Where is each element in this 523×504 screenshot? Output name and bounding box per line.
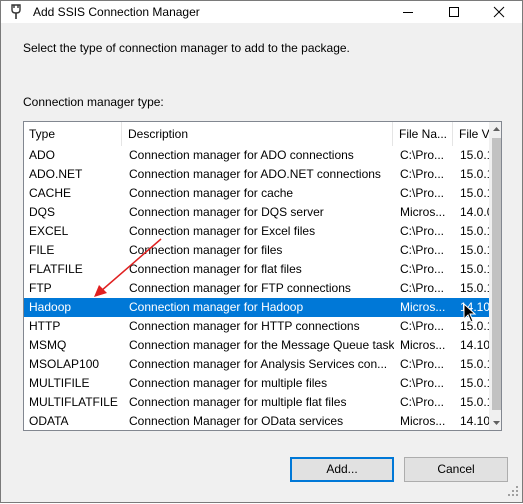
chevron-down-icon (493, 421, 500, 425)
cell-file-name: C:\Pro... (400, 148, 445, 162)
cell-description: Connection manager for ADO connections (129, 148, 354, 162)
cell-file-name: C:\Pro... (400, 224, 445, 238)
cell-type: FTP (29, 281, 52, 295)
cell-type: DQS (29, 205, 56, 219)
cell-type: Hadoop (29, 300, 72, 314)
cell-type: ADO.NET (29, 167, 83, 181)
cell-description: Connection manager for multiple files (129, 376, 328, 390)
cell-description: Connection manager for flat files (129, 262, 302, 276)
minimize-icon (403, 12, 413, 13)
cell-type: ADO (29, 148, 56, 162)
cell-type: HTTP (29, 319, 61, 333)
cell-file-name: C:\Pro... (400, 357, 445, 371)
header-type[interactable]: Type (24, 122, 122, 146)
cell-type: MULTIFILE (29, 376, 90, 390)
cell-file-name: C:\Pro... (400, 262, 445, 276)
scroll-thumb[interactable] (492, 138, 501, 410)
vertical-scrollbar[interactable] (489, 122, 501, 430)
table-row[interactable]: FILE Connection manager for files C:\Pro..… (24, 241, 493, 260)
cell-description: Connection manager for FTP connections (129, 281, 351, 295)
table-row[interactable]: FTP Connection manager for FTP connection… (24, 279, 493, 298)
instruction-text: Select the type of connection manager to… (23, 41, 350, 55)
cell-type: CACHE (29, 186, 72, 200)
resize-grip-icon[interactable] (507, 485, 519, 497)
cell-description: Connection manager for Analysis Services… (129, 357, 388, 371)
cell-file-name: Micros... (400, 338, 446, 352)
scroll-up-button[interactable] (490, 122, 501, 136)
table-row[interactable]: FLATFILE Connection manager for flat file… (24, 260, 493, 279)
connection-type-label: Connection manager type: (23, 95, 164, 109)
close-icon (493, 6, 505, 18)
table-row[interactable]: HTTP Connection manager for HTTP connecti… (24, 317, 493, 336)
cell-description: Connection manager for multiple flat fil… (129, 395, 347, 409)
cell-type: FLATFILE (29, 262, 83, 276)
cell-description: Connection manager for cache (129, 186, 294, 200)
table-row[interactable]: MSMQ Connection manager for the Message Q… (24, 336, 490, 355)
cell-type: ODATA (29, 414, 69, 428)
cell-description: Connection Manager for OData services (129, 414, 344, 428)
cell-description: Connection manager for DQS server (129, 205, 324, 219)
table-row[interactable]: MULTIFILE Connection manager for multiple… (24, 374, 493, 393)
cell-file-name: C:\Pro... (400, 167, 445, 181)
chevron-up-icon (493, 127, 500, 131)
cell-description: Connection manager for Hadoop (129, 300, 304, 314)
cell-file-name: C:\Pro... (400, 319, 445, 333)
table-row[interactable]: MULTIFLATFILE Connection manager for mult… (24, 393, 493, 412)
list-rows: ADO Connection manager for ADO connection… (24, 146, 493, 430)
window-title: Add SSIS Connection Manager (33, 5, 200, 19)
table-row[interactable]: ADO Connection manager for ADO connection… (24, 146, 493, 165)
close-button[interactable] (477, 1, 521, 23)
dialog-window: Add SSIS Connection Manager Select the t… (0, 0, 523, 503)
title-bar[interactable]: Add SSIS Connection Manager (1, 1, 522, 23)
cell-file-name: C:\Pro... (400, 281, 445, 295)
cell-file-name: Micros... (400, 205, 446, 219)
cell-description: Connection manager for the Message Queue… (129, 338, 394, 352)
cell-type: EXCEL (29, 224, 69, 238)
cell-file-name: C:\Pro... (400, 243, 445, 257)
maximize-button[interactable] (432, 1, 476, 23)
header-file-name[interactable]: File Na... (394, 122, 453, 146)
table-row[interactable]: ADO.NET Connection manager for ADO.NET co… (24, 165, 493, 184)
cell-description: Connection manager for Excel files (129, 224, 316, 238)
cell-description: Connection manager for HTTP connections (129, 319, 360, 333)
cell-description: Connection manager for files (129, 243, 283, 257)
cell-file-name: Micros... (400, 300, 446, 314)
dialog-content: Select the type of connection manager to… (1, 23, 522, 502)
cell-type: FILE (29, 243, 55, 257)
list-header: Type Description File Na... File V (24, 122, 490, 146)
scroll-down-button[interactable] (490, 416, 501, 430)
connection-type-list[interactable]: Type Description File Na... File V ADO Co… (23, 121, 502, 431)
add-button[interactable]: Add... (290, 457, 394, 482)
cell-file-name: C:\Pro... (400, 186, 445, 200)
cell-file-name: Micros... (400, 414, 446, 428)
table-row[interactable]: EXCEL Connection manager for Excel files C… (24, 222, 493, 241)
cell-type: MULTIFLATFILE (29, 395, 118, 409)
cancel-button[interactable]: Cancel (404, 457, 508, 482)
table-row-selected[interactable]: Hadoop Connection manager for Hadoop Micro… (24, 298, 490, 317)
cell-type: MSOLAP100 (29, 357, 100, 371)
maximize-icon (449, 7, 459, 17)
cell-file-name: C:\Pro... (400, 376, 445, 390)
ssis-app-icon (9, 4, 23, 20)
table-row[interactable]: DQS Connection manager for DQS server Micr… (24, 203, 493, 222)
minimize-button[interactable] (386, 1, 430, 23)
table-row[interactable]: CACHE Connection manager for cache C:\Pro.… (24, 184, 493, 203)
cell-file-name: C:\Pro... (400, 395, 445, 409)
table-row[interactable]: ODATA Connection Manager for OData servic… (24, 412, 490, 430)
header-description[interactable]: Description (123, 122, 393, 146)
cell-type: MSMQ (29, 338, 67, 352)
cell-description: Connection manager for ADO.NET connectio… (129, 167, 381, 181)
table-row[interactable]: MSOLAP100 Connection manager for Analysis… (24, 355, 493, 374)
